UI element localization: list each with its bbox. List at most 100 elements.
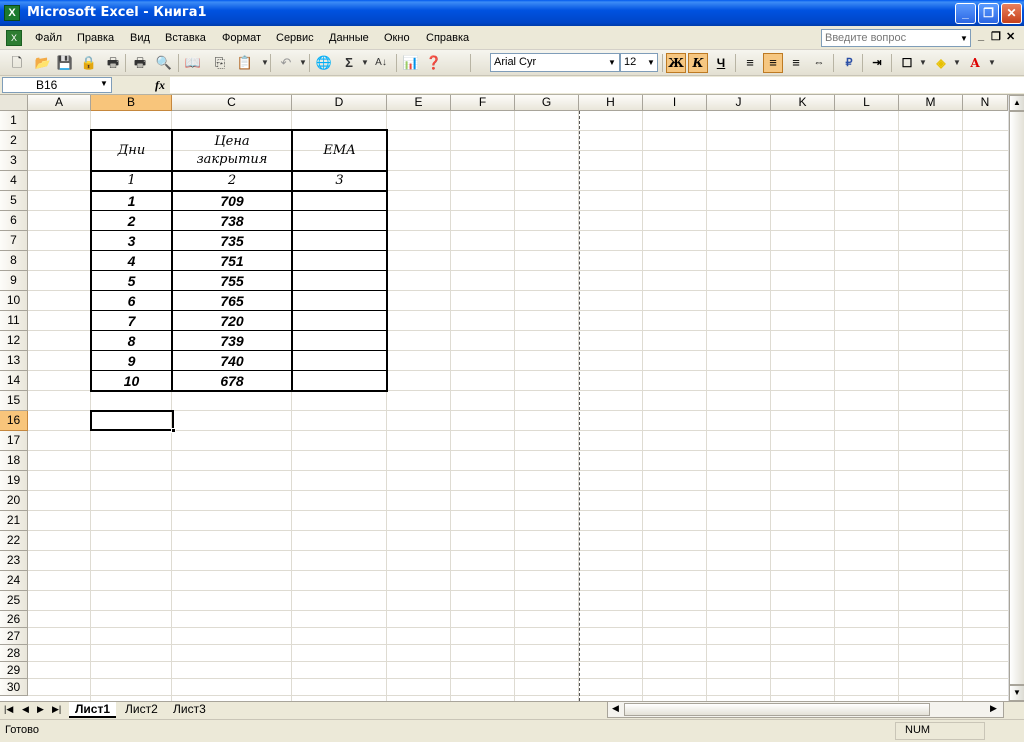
row-header-23[interactable]: 23 — [0, 551, 28, 571]
table-cell-price[interactable]: 739 — [172, 331, 292, 351]
row-header-14[interactable]: 14 — [0, 371, 28, 391]
row-header-28[interactable]: 28 — [0, 645, 28, 662]
undo-icon[interactable]: ↶ — [277, 54, 295, 72]
column-header-i[interactable]: I — [643, 95, 707, 111]
table-cell-ema[interactable] — [292, 271, 387, 291]
table-cell-day[interactable]: 8 — [91, 331, 172, 351]
table-cell-day[interactable]: 1 — [91, 191, 172, 211]
font-color-icon[interactable]: A — [965, 53, 985, 73]
column-header-h[interactable]: H — [579, 95, 643, 111]
italic-button[interactable]: К — [688, 53, 708, 73]
chevron-down-icon[interactable]: ▼ — [983, 54, 1001, 72]
chevron-down-icon[interactable]: ▼ — [606, 54, 618, 71]
bold-button[interactable]: Ж — [666, 53, 686, 73]
table-col-number[interactable]: 3 — [292, 171, 387, 191]
doc-minimize-button[interactable]: _ — [978, 30, 984, 42]
row-header-2[interactable]: 2 — [0, 131, 28, 151]
menu-data[interactable]: Данные — [329, 32, 369, 44]
row-header-19[interactable]: 19 — [0, 471, 28, 491]
row-header-27[interactable]: 27 — [0, 628, 28, 645]
table-cell-ema[interactable] — [292, 371, 387, 391]
row-header-21[interactable]: 21 — [0, 511, 28, 531]
menu-tools[interactable]: Сервис — [276, 32, 314, 44]
table-header-price[interactable]: Цена закрытия — [172, 133, 292, 171]
doc-restore-button[interactable]: ❐ — [991, 30, 1001, 43]
table-cell-ema[interactable] — [292, 331, 387, 351]
help-search-input[interactable]: Введите вопрос — [821, 29, 971, 47]
formula-input[interactable] — [170, 77, 1024, 93]
increase-indent-icon[interactable]: ⇥ — [867, 53, 887, 73]
column-header-f[interactable]: F — [451, 95, 515, 111]
chevron-down-icon[interactable]: ▼ — [914, 54, 932, 72]
worksheet-grid[interactable]: ABCDEFGHIJKLMN 1 2 3 4 5 6 7 8 9 10 11 12 13 14 15 16 17… — [0, 95, 1008, 701]
row-header-24[interactable]: 24 — [0, 571, 28, 591]
row-header-26[interactable]: 26 — [0, 611, 28, 628]
column-header-d[interactable]: D — [292, 95, 387, 111]
sort-icon[interactable]: A↓ — [372, 54, 390, 72]
row-header-13[interactable]: 13 — [0, 351, 28, 371]
last-sheet-icon[interactable]: ▶| — [52, 704, 61, 715]
table-header-days[interactable]: Дни — [91, 131, 172, 171]
copy-icon[interactable]: ⎘ — [211, 54, 229, 72]
chevron-down-icon[interactable]: ▼ — [645, 54, 657, 71]
next-sheet-icon[interactable]: ▶ — [37, 704, 44, 715]
align-left-icon[interactable]: ≡ — [740, 53, 760, 73]
chevron-down-icon[interactable]: ▼ — [948, 54, 966, 72]
table-cell-day[interactable]: 5 — [91, 271, 172, 291]
table-cell-day[interactable]: 3 — [91, 231, 172, 251]
table-cell-price[interactable]: 755 — [172, 271, 292, 291]
table-cell-price[interactable]: 740 — [172, 351, 292, 371]
scroll-down-icon[interactable]: ▼ — [1009, 685, 1024, 701]
open-icon[interactable]: 📂 — [34, 54, 52, 72]
menu-window[interactable]: Окно — [384, 32, 410, 44]
table-cell-ema[interactable] — [292, 351, 387, 371]
active-cell-b16[interactable] — [90, 410, 176, 433]
workbook-icon[interactable]: X — [6, 30, 22, 46]
row-header-11[interactable]: 11 — [0, 311, 28, 331]
row-header-17[interactable]: 17 — [0, 431, 28, 451]
print-icon[interactable]: 🖶 — [104, 54, 122, 72]
scroll-left-icon[interactable]: ◀ — [612, 703, 619, 714]
row-header-4[interactable]: 4 — [0, 171, 28, 191]
print-preview-icon[interactable]: 🖶 — [131, 54, 149, 72]
row-header-6[interactable]: 6 — [0, 211, 28, 231]
row-header-5[interactable]: 5 — [0, 191, 28, 211]
align-right-icon[interactable]: ≡ — [786, 53, 806, 73]
column-header-m[interactable]: M — [899, 95, 963, 111]
column-header-l[interactable]: L — [835, 95, 899, 111]
row-header-7[interactable]: 7 — [0, 231, 28, 251]
table-cell-ema[interactable] — [292, 251, 387, 271]
doc-close-button[interactable]: ✕ — [1006, 30, 1015, 43]
scroll-thumb-horizontal[interactable] — [624, 703, 930, 716]
menu-view[interactable]: Вид — [130, 32, 150, 44]
close-button[interactable]: ✕ — [1001, 3, 1022, 24]
table-cell-price[interactable]: 720 — [172, 311, 292, 331]
vertical-scrollbar[interactable]: ▲ ▼ — [1008, 95, 1024, 701]
new-icon[interactable]: 🗋 — [8, 54, 26, 72]
column-header-g[interactable]: G — [515, 95, 579, 111]
table-cell-price[interactable]: 735 — [172, 231, 292, 251]
table-cell-day[interactable]: 9 — [91, 351, 172, 371]
row-header-1[interactable]: 1 — [0, 111, 28, 131]
row-header-20[interactable]: 20 — [0, 491, 28, 511]
scroll-right-icon[interactable]: ▶ — [990, 703, 997, 714]
sheet-tab-2[interactable]: Лист2 — [119, 702, 164, 718]
sheet-tab-1[interactable]: Лист1 — [69, 702, 117, 718]
table-col-number[interactable]: 2 — [172, 171, 292, 191]
column-header-a[interactable]: A — [28, 95, 91, 111]
table-cell-day[interactable]: 7 — [91, 311, 172, 331]
menu-insert[interactable]: Вставка — [165, 32, 206, 44]
chevron-down-icon[interactable]: ▼ — [100, 79, 108, 88]
save-icon[interactable]: 💾 — [56, 54, 74, 72]
row-header-25[interactable]: 25 — [0, 591, 28, 611]
search-icon[interactable]: 🔍 — [155, 54, 173, 72]
menu-edit[interactable]: Правка — [77, 32, 114, 44]
menu-help[interactable]: Справка — [426, 32, 469, 44]
table-header-ema[interactable]: EMA — [292, 131, 387, 171]
restore-button[interactable]: ❐ — [978, 3, 999, 24]
menu-file[interactable]: Файл — [35, 32, 62, 44]
fill-handle[interactable] — [171, 428, 176, 433]
currency-icon[interactable]: ₽ — [839, 53, 859, 73]
column-header-k[interactable]: K — [771, 95, 835, 111]
permission-icon[interactable]: 🔒 — [80, 54, 98, 72]
